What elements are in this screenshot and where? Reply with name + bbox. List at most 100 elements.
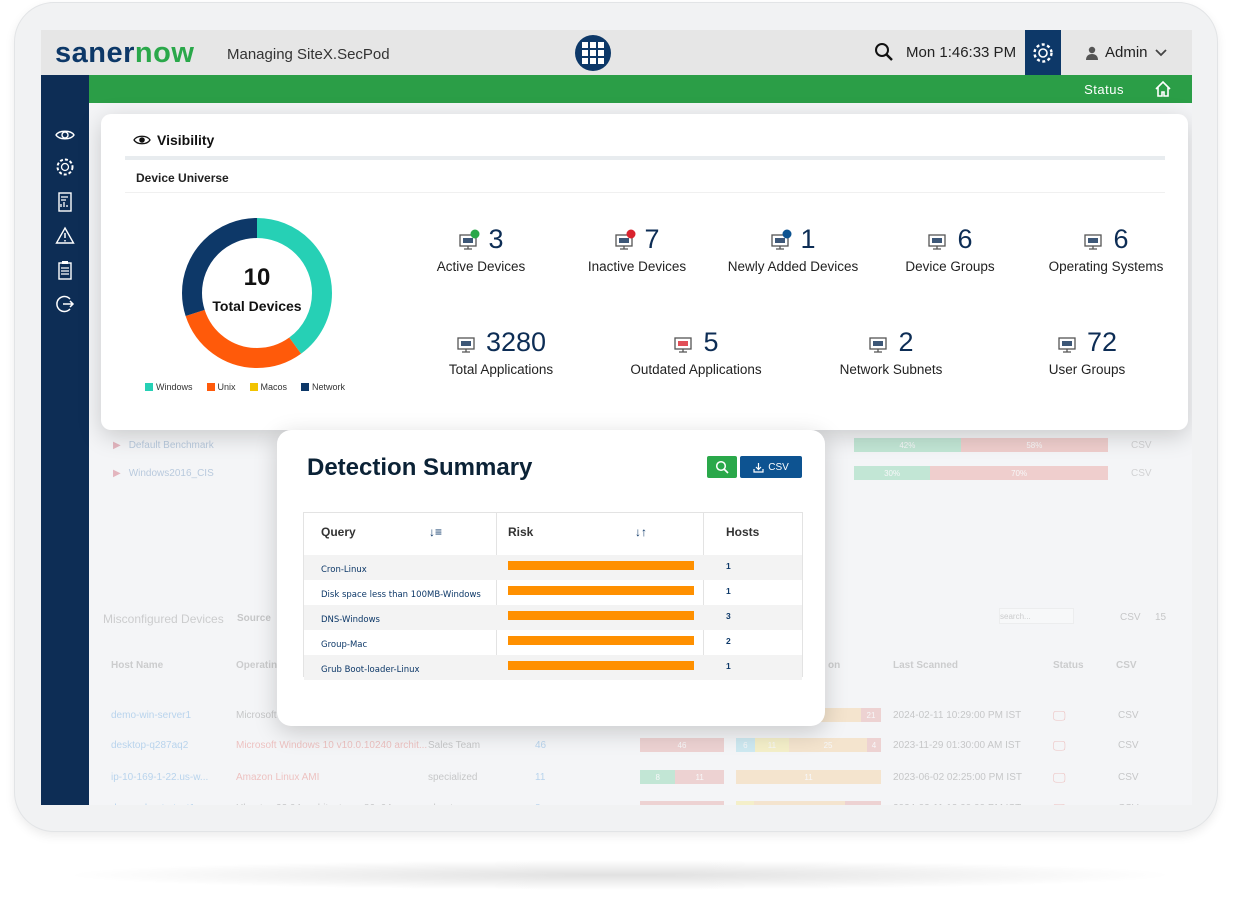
logout-icon[interactable]: [55, 294, 75, 314]
stat-total-applications[interactable]: 3280 Total Applications: [421, 327, 581, 377]
hosts-count[interactable]: 2: [726, 636, 731, 646]
monitor-status-icon: 🖵: [1053, 801, 1066, 805]
category-bar: 152: [736, 801, 881, 805]
stat-outdated-applications[interactable]: 5 Outdated Applications: [616, 327, 776, 377]
stat-operating-systems[interactable]: 6 Operating Systems: [1026, 224, 1186, 274]
query-link[interactable]: Group-Mac: [321, 640, 367, 650]
query-link[interactable]: Disk space less than 100MB-Windows: [321, 590, 481, 600]
col-status[interactable]: Status: [1053, 660, 1084, 671]
top-bar: sanernow Managing SiteX.SecPod Mon 1:46:…: [41, 30, 1192, 75]
col-risk[interactable]: Risk: [508, 525, 533, 539]
hosts-count[interactable]: 1: [726, 561, 731, 571]
severity-bar: 8: [640, 801, 724, 805]
status-bar: Status: [89, 75, 1192, 103]
detection-title: Detection Summary: [307, 454, 533, 481]
csv-download-button[interactable]: CSV: [740, 456, 802, 478]
table-row[interactable]: Grub Boot-loader-Linux 1: [304, 655, 802, 680]
divider: [125, 192, 1165, 193]
stat-user-groups[interactable]: 72 User Groups: [1007, 327, 1167, 377]
benchmark-row[interactable]: ▶ Default Benchmark: [113, 440, 214, 451]
clock: Mon 1:46:33 PM: [906, 44, 1017, 61]
hosts-count[interactable]: 1: [726, 661, 731, 671]
search-input[interactable]: [999, 608, 1074, 624]
alerts-icon[interactable]: [55, 226, 75, 246]
detection-summary-card: Detection Summary CSV Query ↓≡ Risk ↓↑ H…: [277, 430, 825, 726]
col-query[interactable]: Query: [321, 525, 356, 539]
col-last-scanned[interactable]: Last Scanned: [893, 660, 958, 671]
benchmark-compliance-bar: 30% 70%: [854, 466, 1108, 480]
csv-button[interactable]: CSV: [1118, 740, 1139, 751]
logo[interactable]: sanernow: [55, 37, 194, 70]
group-cell: ubuntu: [428, 803, 459, 805]
legend-item[interactable]: Unix: [206, 382, 236, 392]
benchmark-row[interactable]: ▶ Windows2016_CIS: [113, 468, 214, 479]
last-scanned-cell: 2024-02-11 12:00:00 PM IST: [893, 803, 1021, 805]
search-button[interactable]: [707, 456, 737, 478]
stat-device-groups[interactable]: 6 Device Groups: [870, 224, 1030, 274]
host-link[interactable]: ip-10-169-1-22.us-w...: [111, 772, 208, 783]
stat-network-subnets[interactable]: 2 Network Subnets: [811, 327, 971, 377]
table-row[interactable]: DNS-Windows 3: [304, 605, 802, 630]
host-link[interactable]: desktop-q287aq2: [111, 740, 188, 751]
outdated-applications-icon: [674, 336, 693, 353]
col-host[interactable]: Host Name: [111, 660, 163, 671]
status-link[interactable]: Status: [1084, 82, 1124, 97]
query-link[interactable]: Grub Boot-loader-Linux: [321, 665, 420, 675]
eye-icon: [133, 135, 151, 145]
total-devices-label: Total Devices: [212, 298, 302, 314]
csv-button[interactable]: CSV: [1131, 440, 1152, 451]
csv-button[interactable]: CSV: [1118, 710, 1139, 721]
visibility-icon[interactable]: [55, 125, 75, 145]
legend-item[interactable]: Macos: [249, 382, 287, 392]
table-row[interactable]: Group-Mac 2: [304, 630, 802, 655]
query-link[interactable]: DNS-Windows: [321, 615, 380, 625]
user-menu[interactable]: Admin: [1085, 44, 1168, 61]
managing-site[interactable]: Managing SiteX.SecPod: [227, 46, 390, 63]
legend-item[interactable]: Windows: [145, 382, 193, 392]
count-cell: 8: [535, 803, 541, 805]
visibility-card: Visibility Device Universe 10 Total Devi…: [101, 114, 1188, 430]
search-icon[interactable]: [874, 42, 894, 62]
floor-shadow: [60, 860, 1180, 890]
risk-bar: [508, 561, 694, 570]
severity-bar: 8 11: [640, 770, 724, 784]
host-link[interactable]: demo-ubuntu-test1: [111, 803, 195, 805]
applications-icon: [457, 336, 475, 353]
page-size-select[interactable]: 15: [1155, 612, 1166, 623]
hosts-count[interactable]: 1: [726, 586, 731, 596]
settings-icon[interactable]: [55, 157, 75, 177]
apps-grid-icon[interactable]: [575, 35, 611, 71]
query-link[interactable]: Cron-Linux: [321, 565, 367, 575]
col-hosts[interactable]: Hosts: [726, 525, 759, 539]
os-cell: Amazon Linux AMI: [236, 772, 320, 783]
stat-active-devices[interactable]: 3 Active Devices: [401, 224, 561, 274]
hosts-count[interactable]: 3: [726, 611, 731, 621]
csv-button[interactable]: CSV: [1131, 468, 1152, 479]
sort-icon[interactable]: ↓↑: [635, 525, 647, 539]
detection-table: Query ↓≡ Risk ↓↑ Hosts Cron-Linux 1 Disk…: [303, 512, 803, 680]
source-button[interactable]: Source: [237, 613, 271, 624]
benchmark-compliance-bar: 42% 58%: [854, 438, 1108, 452]
sort-desc-icon[interactable]: ↓≡: [429, 525, 442, 539]
stat-inactive-devices[interactable]: 7 Inactive Devices: [557, 224, 717, 274]
home-icon[interactable]: [1154, 80, 1172, 98]
settings-button[interactable]: [1025, 30, 1061, 75]
csv-button[interactable]: CSV: [1118, 803, 1139, 805]
device-groups-icon: [928, 233, 947, 250]
csv-button[interactable]: CSV: [1120, 612, 1141, 623]
reports-icon[interactable]: [55, 192, 75, 212]
chevron-down-icon: [1154, 48, 1167, 56]
table-row[interactable]: Cron-Linux 1: [304, 555, 802, 580]
stat-newly-added-devices[interactable]: 1 Newly Added Devices: [713, 224, 873, 274]
tasks-icon[interactable]: [55, 260, 75, 280]
col-misconfig[interactable]: on: [828, 660, 840, 671]
legend-swatch: [301, 383, 310, 391]
csv-button[interactable]: CSV: [1118, 772, 1139, 783]
legend-item[interactable]: Network: [301, 382, 345, 392]
count-cell: 11: [535, 772, 546, 783]
table-row[interactable]: Disk space less than 100MB-Windows 1: [304, 580, 802, 605]
operating-systems-icon: [1084, 233, 1103, 250]
legend-swatch: [206, 383, 215, 391]
host-link[interactable]: demo-win-server1: [111, 710, 191, 721]
col-csv[interactable]: CSV: [1116, 660, 1137, 671]
